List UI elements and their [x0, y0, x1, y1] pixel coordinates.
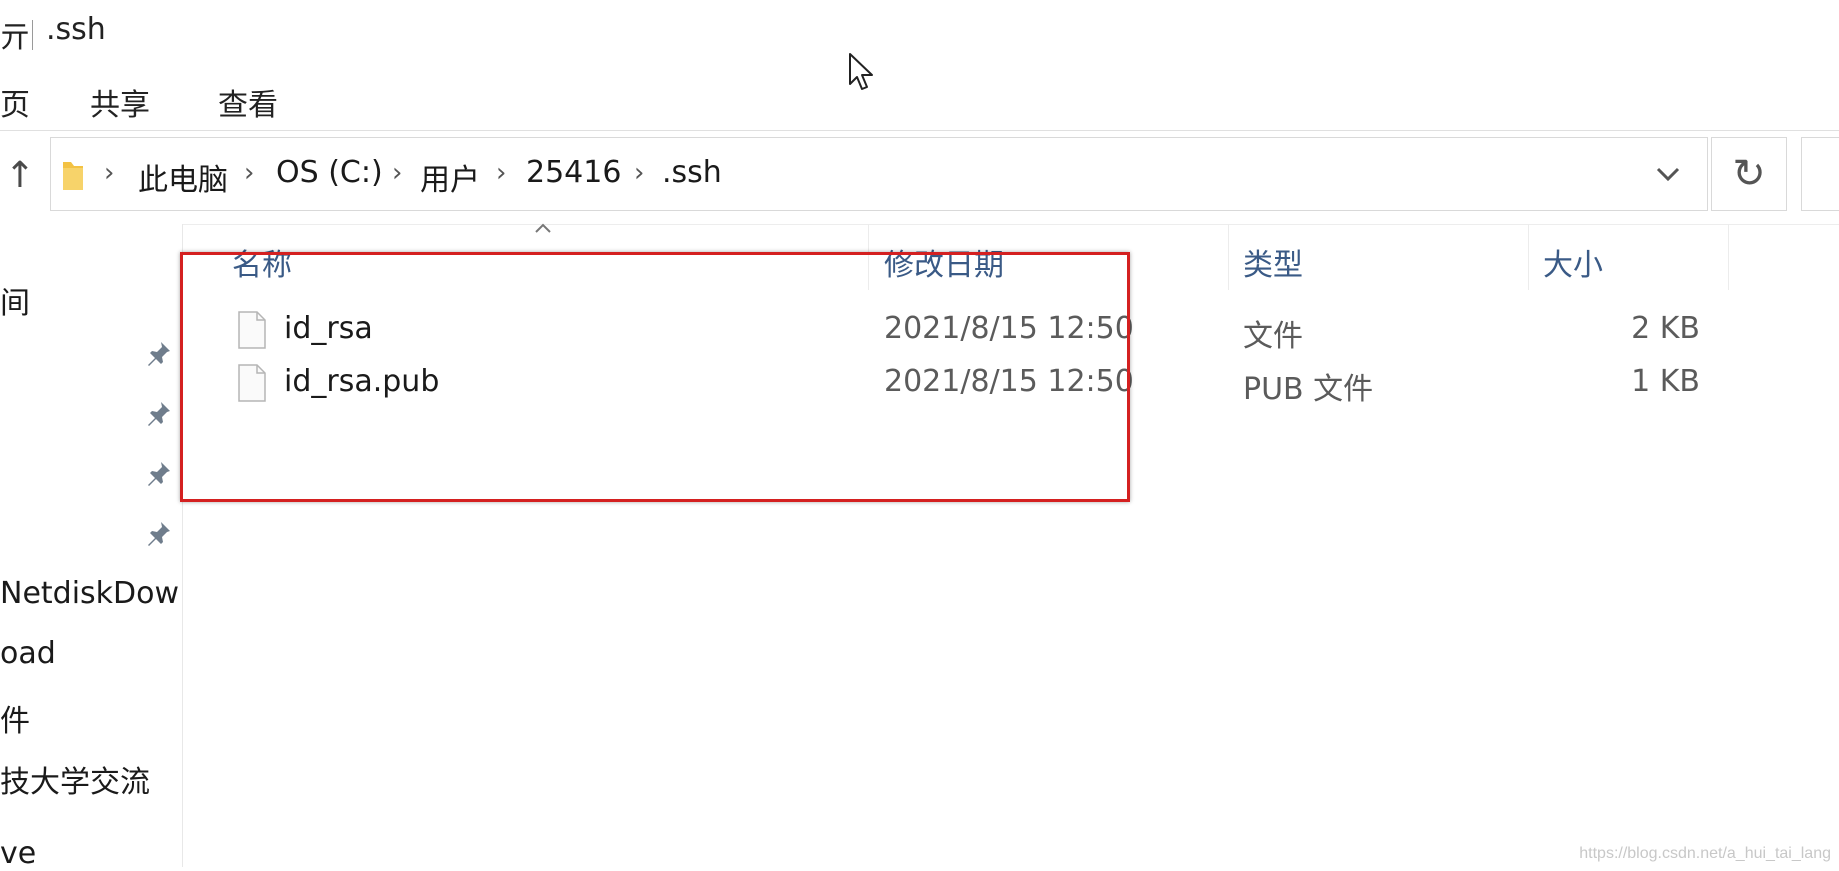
ribbon-divider	[0, 130, 1839, 131]
chevron-down-icon[interactable]	[1648, 154, 1688, 194]
mouse-cursor-icon	[849, 53, 873, 90]
nav-item-university[interactable]: 技大学交流	[0, 757, 150, 801]
column-divider[interactable]	[1528, 224, 1529, 290]
pin-icon[interactable]	[145, 519, 173, 547]
file-type: 文件	[1243, 319, 1303, 354]
up-arrow-icon[interactable]: ↑	[2, 156, 38, 196]
pin-icon[interactable]	[145, 459, 173, 487]
folder-icon	[63, 162, 83, 190]
breadcrumb-users[interactable]: 用户	[420, 155, 480, 199]
refresh-icon[interactable]: ↻	[1711, 137, 1787, 211]
breadcrumb-chevron-icon[interactable]: ›	[244, 158, 254, 188]
tab-home[interactable]: 页	[0, 80, 30, 124]
breadcrumb-current[interactable]: .ssh	[662, 155, 722, 190]
breadcrumb-chevron-icon[interactable]: ›	[496, 158, 506, 188]
breadcrumb-this-pc[interactable]: 此电脑	[138, 155, 228, 199]
file-size: 1 KB	[1631, 364, 1700, 399]
title-separator	[32, 20, 33, 50]
highlight-box	[180, 252, 1130, 502]
breadcrumb-chevron-icon[interactable]: ›	[634, 158, 644, 188]
search-box[interactable]	[1801, 137, 1839, 211]
breadcrumb-chevron-icon[interactable]: ›	[392, 158, 402, 188]
sort-ascending-icon	[535, 223, 551, 233]
breadcrumb-drive[interactable]: OS (C:)	[276, 155, 383, 190]
file-size: 2 KB	[1631, 311, 1700, 346]
tab-view[interactable]: 查看	[218, 80, 278, 124]
watermark: https://blog.csdn.net/a_hui_tai_lang	[1579, 845, 1831, 862]
column-header-size[interactable]: 大小	[1543, 240, 1603, 284]
nav-item-netdisk[interactable]: NetdiskDowr	[0, 576, 180, 611]
column-header-type[interactable]: 类型	[1243, 240, 1303, 284]
breadcrumb-user[interactable]: 25416	[526, 155, 621, 190]
nav-item-quick-access[interactable]: 间	[0, 278, 30, 322]
nav-item-documents[interactable]: 件	[0, 696, 30, 740]
nav-item-onedrive[interactable]: ve	[0, 836, 36, 871]
title-fragment: 亓	[0, 20, 30, 55]
column-divider[interactable]	[1728, 224, 1729, 290]
pin-icon[interactable]	[145, 339, 173, 367]
header-divider	[182, 224, 1839, 225]
tab-share[interactable]: 共享	[90, 80, 150, 124]
nav-item-download[interactable]: oad	[0, 636, 56, 671]
pin-icon[interactable]	[145, 399, 173, 427]
column-divider[interactable]	[1228, 224, 1229, 290]
breadcrumb-chevron-icon[interactable]: ›	[104, 158, 114, 188]
window-title: .ssh	[46, 12, 106, 47]
file-type: PUB 文件	[1243, 372, 1374, 407]
